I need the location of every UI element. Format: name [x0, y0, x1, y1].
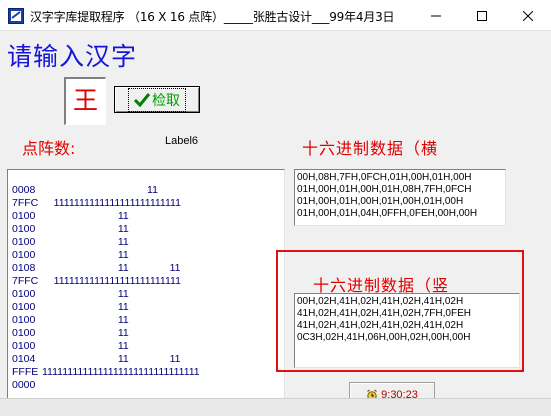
dot-row-address: 0100: [12, 223, 36, 235]
check-button[interactable]: 检取: [114, 86, 200, 113]
dot-row-address: 0100: [12, 210, 36, 222]
main-panel: 请输入汉字 王 检取 点阵数: Label6 十六进制数据（横 0008 11 …: [0, 31, 551, 416]
dot-row-bits: 11: [42, 210, 129, 222]
dot-row-bits: 1111111111111111111111111111111: [42, 366, 200, 378]
dot-row-bits: 11: [42, 340, 129, 352]
minimize-button[interactable]: [413, 0, 459, 31]
hex-horizontal-line: 01H,00H,01H,04H,0FFH,0FEH,00H,00H: [297, 208, 478, 219]
dot-row: 0100 11: [12, 223, 129, 236]
check-button-label: 检取: [152, 92, 180, 109]
dot-row: 0100 11: [12, 327, 129, 340]
dot-row-address: 7FFC: [12, 275, 39, 287]
dot-row-bits: 11: [42, 288, 129, 300]
hex-vertical-line: 41H,02H,41H,02H,41H,02H,7FH,0FEH: [297, 308, 471, 319]
hex-vertical-line: 0C3H,02H,41H,06H,00H,02H,00H,00H: [297, 332, 471, 343]
hex-horizontal-line: 00H,08H,7FH,0FCH,01H,00H,01H,00H: [297, 172, 472, 183]
hex-horizontal-line: 01H,00H,01H,00H,01H,00H,01H,00H: [297, 196, 464, 207]
dot-row: 7FFC 1111111111111111111111111: [12, 197, 181, 210]
dot-row: 0108 11 11: [12, 262, 181, 275]
dot-row: 0100 11: [12, 314, 129, 327]
dot-row-bits: 11: [42, 314, 129, 326]
dot-row: 0100 11: [12, 301, 129, 314]
dot-row: 0100 11: [12, 249, 129, 262]
dot-row-bits: 11 11: [42, 353, 181, 365]
dot-row-address: 0100: [12, 288, 36, 300]
dot-row-address: 0100: [12, 314, 36, 326]
dot-row-bits: 11: [42, 223, 129, 235]
dot-row: 0008 11: [12, 184, 158, 197]
dot-row-bits: 11: [42, 327, 129, 339]
check-button-focus: 检取: [128, 87, 186, 112]
dot-row-address: 0108: [12, 262, 36, 274]
hex-horizontal-label: 十六进制数据（横: [302, 139, 439, 158]
hex-vertical-line: 41H,02H,41H,02H,41H,02H,41H,02H: [297, 320, 464, 331]
info-label: Label6: [165, 135, 199, 147]
dot-row-bits: 1111111111111111111111111: [42, 197, 181, 209]
dot-row: FFFE 1111111111111111111111111111111: [12, 366, 200, 379]
status-bar: [0, 398, 551, 416]
dot-row-bits: 11: [42, 249, 129, 261]
app-icon: [8, 8, 24, 24]
dot-matrix-textbox[interactable]: 0008 11 7FFC 1111111111111111111111111 0…: [7, 169, 285, 416]
window-title: 汉字字库提取程序 （16 X 16 点阵）_____张胜古设计___99年4月3…: [30, 10, 395, 24]
dot-row-address: 0100: [12, 301, 36, 313]
dot-row-address: 0100: [12, 249, 36, 261]
dot-row-address: FFFE: [12, 366, 39, 378]
dot-row-bits: 1111111111111111111111111: [42, 275, 181, 287]
dot-row-bits: 11: [42, 184, 158, 196]
title-bar[interactable]: 汉字字库提取程序 （16 X 16 点阵）_____张胜古设计___99年4月3…: [0, 0, 551, 31]
close-icon: [523, 10, 533, 21]
dot-row-address: 0008: [12, 184, 36, 196]
dot-row-address: 0100: [12, 340, 36, 352]
character-input[interactable]: 王: [64, 77, 106, 125]
dot-row-bits: 11 11: [42, 262, 181, 274]
dot-row: 7FFC 1111111111111111111111111: [12, 275, 181, 288]
dot-row: 0100 11: [12, 340, 129, 353]
dot-row: 0104 11 11: [12, 353, 181, 366]
close-button[interactable]: [505, 0, 551, 31]
checkmark-icon: [134, 92, 150, 107]
dot-matrix-label: 点阵数:: [22, 139, 76, 158]
maximize-icon: [477, 10, 487, 21]
hex-horizontal-line: 01H,00H,01H,00H,01H,08H,7FH,0FCH: [297, 184, 472, 195]
maximize-button[interactable]: [459, 0, 505, 31]
dot-row: 0100 11: [12, 210, 129, 223]
dot-row: 0100 11: [12, 288, 129, 301]
dot-row-address: 0000: [12, 379, 36, 391]
minimize-icon: [431, 15, 441, 16]
hex-vertical-textbox[interactable]: 00H,02H,41H,02H,41H,02H,41H,02H 41H,02H,…: [294, 293, 520, 368]
hex-vertical-line: 00H,02H,41H,02H,41H,02H,41H,02H: [297, 296, 464, 307]
dot-row-bits: 11: [42, 301, 129, 313]
hex-horizontal-textbox[interactable]: 00H,08H,7FH,0FCH,01H,00H,01H,00H 01H,00H…: [294, 169, 506, 226]
dot-row-address: 0104: [12, 353, 36, 365]
dot-row-address: 0100: [12, 327, 36, 339]
input-prompt: 请输入汉字: [7, 42, 138, 71]
dot-row-address: 7FFC: [12, 197, 39, 209]
dot-row-bits: 11: [42, 236, 129, 248]
dot-row-address: 0100: [12, 236, 36, 248]
dot-row: 0000: [12, 379, 42, 392]
dot-row: 0100 11: [12, 236, 129, 249]
